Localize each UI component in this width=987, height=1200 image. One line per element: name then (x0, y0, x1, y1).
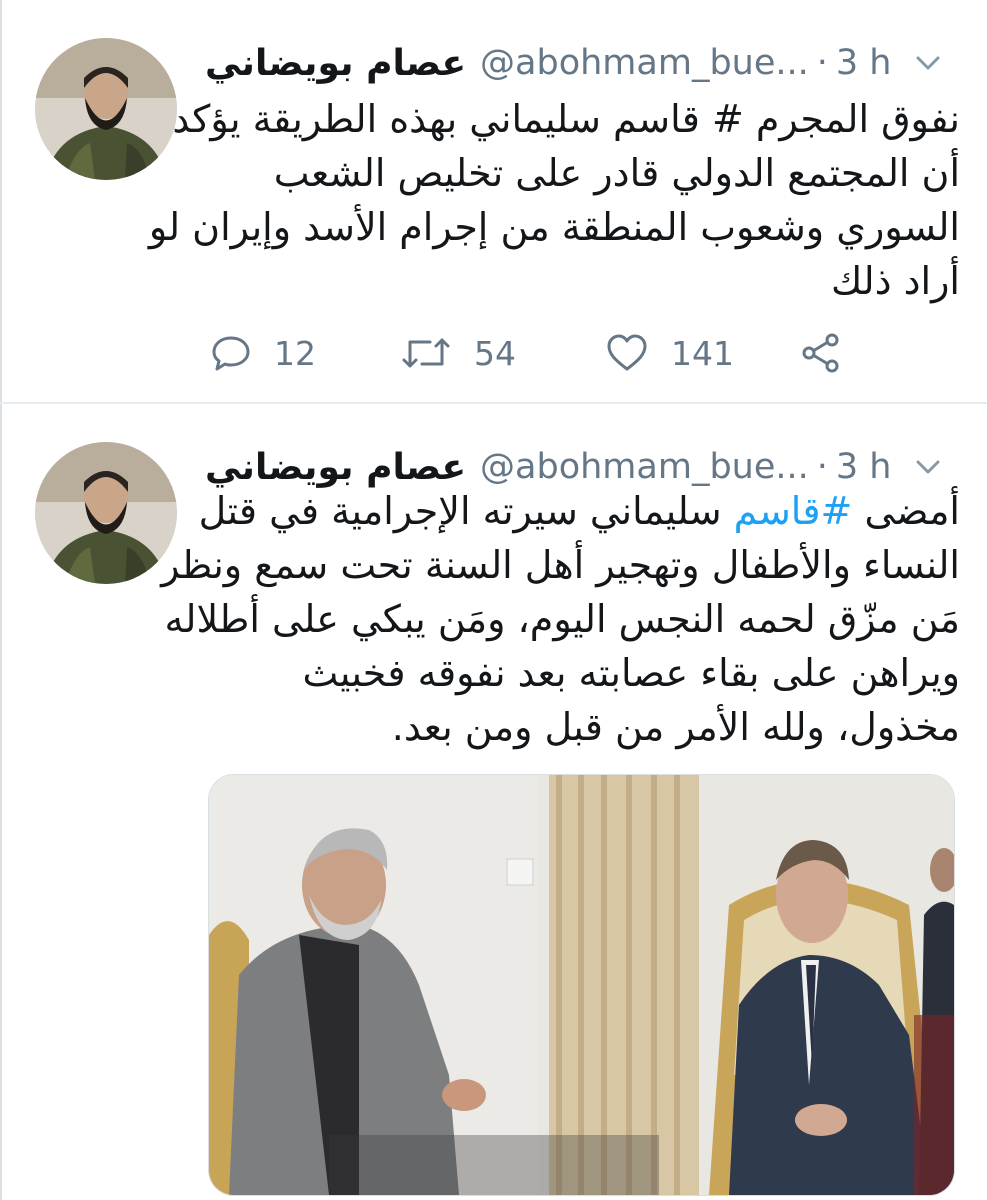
avatar[interactable] (35, 442, 177, 584)
username-handle[interactable]: @abohmam_bue... (480, 447, 809, 487)
separator-dot: · (816, 43, 828, 83)
chevron-down-icon[interactable] (913, 48, 943, 78)
display-name[interactable]: عصام بويضاني (205, 43, 466, 84)
tweet-text: أمضى #قاسم سليماني سيرته الإجرامية في قت… (161, 484, 960, 754)
tweet[interactable]: عصام بويضاني @abohmam_bue... · 3 h نفوق … (0, 0, 987, 402)
avatar[interactable] (35, 38, 177, 180)
tweet-header: عصام بويضاني @abohmam_bue... · 3 h (205, 38, 965, 88)
reply-count: 12 (274, 333, 316, 373)
share-icon (800, 332, 842, 374)
tweet-text-line: السوري وشعوب المنطقة من إجرام الأسد وإير… (148, 205, 960, 249)
like-button[interactable]: 141 (605, 325, 734, 381)
timestamp[interactable]: 3 h (836, 43, 892, 83)
reply-icon (210, 332, 252, 374)
retweet-count: 54 (474, 333, 516, 373)
chevron-down-icon[interactable] (913, 452, 943, 482)
tweet-text-line: ويراهن على بقاء عصابته بعد نفوقه فخبيث (302, 651, 960, 695)
tweet-actions: 12 54 141 (210, 325, 850, 381)
tweet-text-line: أراد ذلك (831, 259, 960, 303)
hashtag-link[interactable]: #قاسم (734, 489, 853, 533)
tweet-text-segment: سليماني سيرته الإجرامية في قتل (198, 489, 734, 533)
retweet-button[interactable]: 54 (400, 325, 516, 381)
tweet-text-line: مخذول، ولله الأمر من قبل ومن بعد. (391, 705, 960, 749)
tweet-text: نفوق المجرم # قاسم سليماني بهذه الطريقة … (148, 92, 960, 308)
tweet-text-line: أن المجتمع الدولي قادر على تخليص الشعب (273, 151, 960, 195)
tweet-text-segment: أمضى (852, 489, 960, 533)
tweet-media-photo[interactable] (208, 774, 955, 1196)
retweet-icon (400, 332, 452, 374)
username-handle[interactable]: @abohmam_bue... (480, 43, 809, 83)
like-icon (605, 332, 649, 374)
separator-dot: · (816, 447, 828, 487)
reply-button[interactable]: 12 (210, 325, 316, 381)
share-button[interactable] (800, 325, 842, 381)
tweet-text-line: نفوق المجرم # قاسم سليماني بهذه الطريقة … (172, 97, 960, 141)
tweet-text-line: النساء والأطفال وتهجير أهل السنة تحت سمع… (161, 543, 960, 587)
display-name[interactable]: عصام بويضاني (205, 447, 466, 488)
timestamp[interactable]: 3 h (836, 447, 892, 487)
tweet-text-line: مَن مزّق لحمه النجس اليوم، ومَن يبكي على… (164, 597, 960, 641)
like-count: 141 (671, 333, 734, 373)
tweet-text-line: أمضى #قاسم سليماني سيرته الإجرامية في قت… (199, 484, 960, 538)
